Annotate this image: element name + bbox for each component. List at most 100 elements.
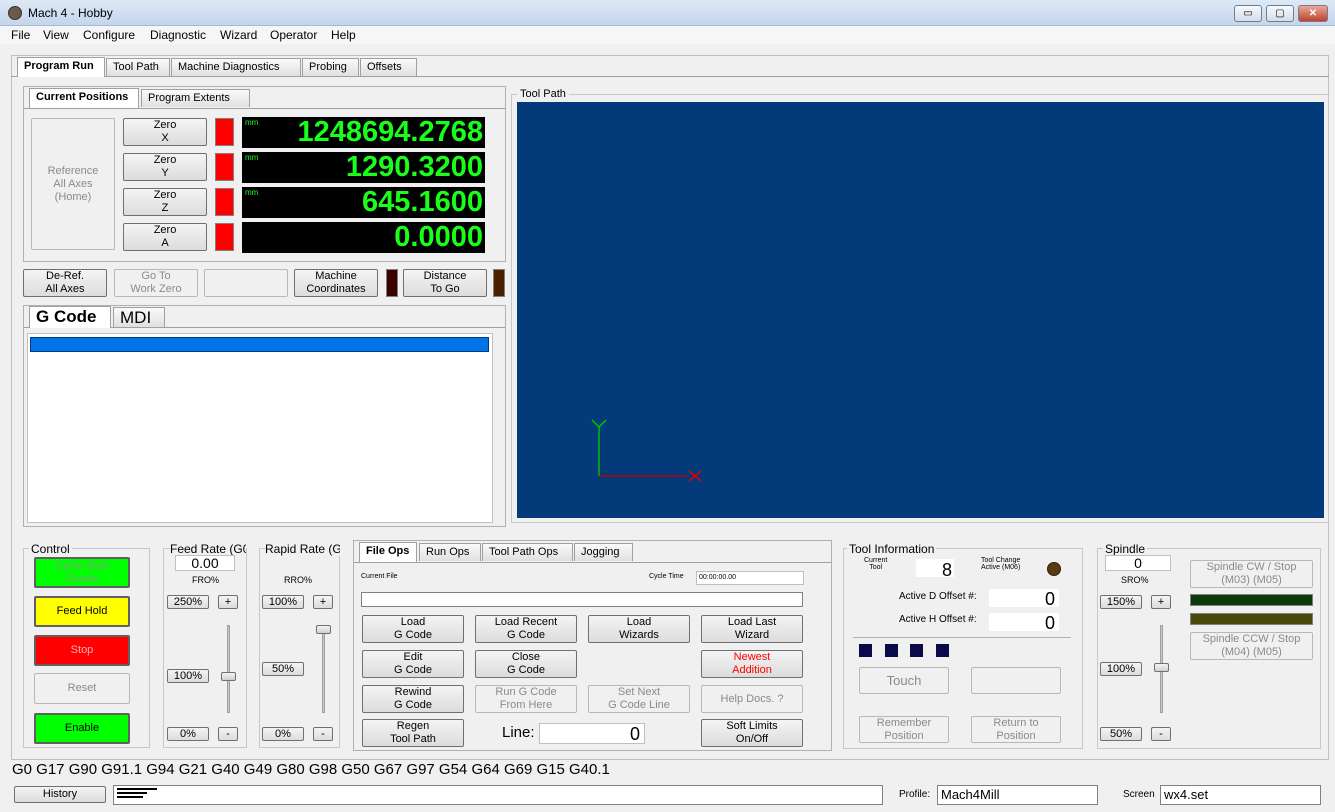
touch-button[interactable]: Touch <box>859 667 949 694</box>
toolpath-axes-gizmo <box>591 419 702 482</box>
z-dro: mm 645.1600 <box>242 187 485 218</box>
rro-50-button[interactable]: 50% <box>262 662 304 676</box>
fro-0-button[interactable]: 0% <box>167 727 209 741</box>
minimize-button[interactable]: ▭ <box>1234 5 1262 22</box>
active-h-value: 0 <box>988 612 1060 633</box>
menu-help[interactable]: Help <box>331 28 356 42</box>
menu-operator[interactable]: Operator <box>270 28 317 42</box>
status-message-line-3 <box>117 796 143 798</box>
run-from-here-button[interactable]: Run G Code From Here <box>475 685 577 713</box>
load-wizards-button[interactable]: Load Wizards <box>588 615 690 643</box>
toolpath-label: Tool Path <box>517 88 569 100</box>
feed-hold-button[interactable]: Feed Hold <box>34 596 130 627</box>
menu-diagnostic[interactable]: Diagnostic <box>150 28 206 42</box>
fro-plus-button[interactable]: + <box>218 595 238 609</box>
spindle-ccw-button[interactable]: Spindle CCW / Stop (M04) (M05) <box>1190 632 1313 660</box>
reset-button[interactable]: Reset <box>34 673 130 704</box>
set-next-line-button[interactable]: Set Next G Code Line <box>588 685 690 713</box>
tab-offsets[interactable]: Offsets <box>360 58 417 76</box>
tool-info-title: Tool Information <box>847 542 937 556</box>
sro-slider-thumb[interactable] <box>1154 663 1169 672</box>
load-gcode-button[interactable]: Load G Code <box>362 615 464 643</box>
rro-plus-button[interactable]: + <box>313 595 333 609</box>
fro-label: FRO% <box>192 575 219 585</box>
sro-150-button[interactable]: 150% <box>1100 595 1142 609</box>
close-gcode-button[interactable]: Close G Code <box>475 650 577 678</box>
a-dro: 0.0000 <box>242 222 485 253</box>
rro-slider-thumb[interactable] <box>316 625 331 634</box>
tab-program-extents[interactable]: Program Extents <box>141 89 250 107</box>
sro-minus-button[interactable]: - <box>1151 727 1171 741</box>
menu-file[interactable]: File <box>11 28 30 42</box>
goto-work-zero-button[interactable]: Go To Work Zero <box>114 269 198 297</box>
tab-tool-path-ops[interactable]: Tool Path Ops <box>482 543 573 561</box>
sro-plus-button[interactable]: + <box>1151 595 1171 609</box>
remember-position-button[interactable]: Remember Position <box>859 716 949 743</box>
cycle-start-button[interactable]: Cycle Start Gcode <box>34 557 130 588</box>
rro-100-button[interactable]: 100% <box>262 595 304 609</box>
maximize-button[interactable]: ▢ <box>1266 5 1294 22</box>
return-to-position-button[interactable]: Return to Position <box>971 716 1061 743</box>
tab-machine-diagnostics[interactable]: Machine Diagnostics <box>171 58 301 76</box>
fro-250-button[interactable]: 250% <box>167 595 209 609</box>
title-bar: Mach 4 - Hobby ▭ ▢ ✕ <box>0 0 1335 26</box>
current-tool-value: 8 <box>915 558 955 580</box>
zero-a-button[interactable]: Zero A <box>123 223 207 251</box>
history-button[interactable]: History <box>14 786 106 803</box>
blank-button[interactable] <box>204 269 288 297</box>
newest-addition-button[interactable]: Newest Addition <box>701 650 803 678</box>
spindle-cw-button[interactable]: Spindle CW / Stop (M03) (M05) <box>1190 560 1313 588</box>
screen-label: Screen <box>1123 789 1155 800</box>
enable-button[interactable]: Enable <box>34 713 130 744</box>
tab-jogging[interactable]: Jogging <box>574 543 633 561</box>
active-d-value: 0 <box>988 588 1060 609</box>
line-input[interactable]: 0 <box>539 723 645 744</box>
sro-50-button[interactable]: 50% <box>1100 727 1142 741</box>
active-d-label: Active D Offset #: <box>899 591 977 602</box>
menu-wizard[interactable]: Wizard <box>220 28 257 42</box>
gcode-current-line[interactable] <box>30 337 489 352</box>
rro-0-button[interactable]: 0% <box>262 727 304 741</box>
fro-slider-thumb[interactable] <box>221 672 236 681</box>
reference-all-axes-button[interactable]: Reference All Axes (Home) <box>31 118 115 250</box>
regen-toolpath-button[interactable]: Regen Tool Path <box>362 719 464 747</box>
tool-blank-button[interactable] <box>971 667 1061 694</box>
distance-to-go-button[interactable]: Distance To Go <box>403 269 487 297</box>
zero-y-button[interactable]: Zero Y <box>123 153 207 181</box>
fro-100-button[interactable]: 100% <box>167 669 209 683</box>
toolpath-view[interactable] <box>517 102 1324 518</box>
rro-minus-button[interactable]: - <box>313 727 333 741</box>
x-home-led <box>215 118 234 146</box>
tab-mdi[interactable]: MDI <box>113 307 165 327</box>
zero-z-button[interactable]: Zero Z <box>123 188 207 216</box>
fro-minus-button[interactable]: - <box>218 727 238 741</box>
tool-indicator-2 <box>885 644 898 657</box>
load-recent-gcode-button[interactable]: Load Recent G Code <box>475 615 577 643</box>
edit-gcode-button[interactable]: Edit G Code <box>362 650 464 678</box>
menu-bar: File View Configure Diagnostic Wizard Op… <box>0 26 1335 44</box>
status-message-line-2 <box>117 792 147 794</box>
window-title: Mach 4 - Hobby <box>28 6 113 20</box>
sro-100-button[interactable]: 100% <box>1100 662 1142 676</box>
rewind-gcode-button[interactable]: Rewind G Code <box>362 685 464 713</box>
deref-all-axes-button[interactable]: De-Ref. All Axes <box>23 269 107 297</box>
stop-button[interactable]: Stop <box>34 635 130 666</box>
tab-probing[interactable]: Probing <box>302 58 359 76</box>
tab-tool-path[interactable]: Tool Path <box>106 58 170 76</box>
help-docs-button[interactable]: Help Docs. ? <box>701 685 803 713</box>
tool-indicator-1 <box>859 644 872 657</box>
tab-current-positions[interactable]: Current Positions <box>29 88 139 108</box>
tab-program-run[interactable]: Program Run <box>17 57 105 77</box>
close-button[interactable]: ✕ <box>1298 5 1328 22</box>
tab-run-ops[interactable]: Run Ops <box>419 543 481 561</box>
machine-coord-led <box>386 269 398 297</box>
menu-view[interactable]: View <box>43 28 69 42</box>
tab-file-ops[interactable]: File Ops <box>359 542 417 562</box>
load-last-wizard-button[interactable]: Load Last Wizard <box>701 615 803 643</box>
zero-x-button[interactable]: Zero X <box>123 118 207 146</box>
menu-configure[interactable]: Configure <box>83 28 135 42</box>
tab-gcode[interactable]: G Code <box>29 306 111 328</box>
soft-limits-button[interactable]: Soft Limits On/Off <box>701 719 803 747</box>
gcode-listing[interactable] <box>27 333 493 523</box>
machine-coordinates-button[interactable]: Machine Coordinates <box>294 269 378 297</box>
